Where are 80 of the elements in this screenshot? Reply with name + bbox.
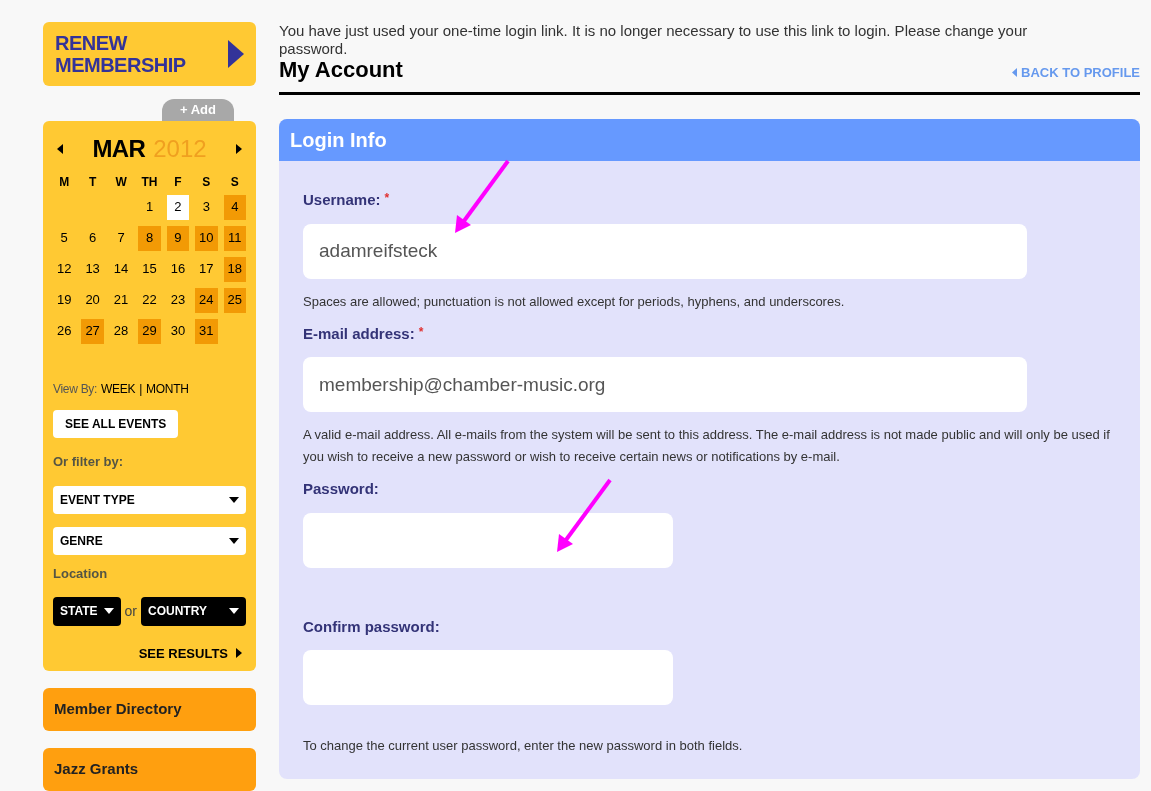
calendar-day[interactable]: 30 — [166, 318, 190, 344]
weekday-label: F — [173, 173, 183, 191]
calendar-day[interactable]: 27 — [81, 318, 104, 344]
field-label: Password: — [303, 479, 379, 500]
calendar-day[interactable]: 22 — [138, 287, 161, 313]
nav-item[interactable]: Jazz Grants — [43, 748, 256, 791]
calendar-day[interactable]: 25 — [223, 287, 246, 313]
country-select[interactable]: COUNTRY — [141, 596, 246, 626]
field-label: Username: — [303, 190, 381, 211]
field-label: E-mail address: — [303, 323, 415, 344]
panel-header: Login Info — [279, 119, 1140, 162]
calendar-day[interactable]: 6 — [81, 225, 104, 251]
or-text: or — [124, 601, 137, 621]
weekday-label: S — [201, 173, 212, 191]
calendar-day[interactable]: 21 — [109, 287, 133, 313]
week-link[interactable]: WEEK — [101, 379, 136, 398]
required-mark: * — [418, 323, 424, 341]
calendar-day[interactable]: 11 — [223, 225, 246, 251]
weekday-label: T — [87, 173, 98, 191]
calendar-day[interactable]: 13 — [81, 256, 104, 282]
month-link[interactable]: MONTH — [146, 379, 189, 398]
calendar-day[interactable]: 14 — [109, 256, 133, 282]
calendar-day[interactable]: 4 — [223, 194, 246, 220]
calendar-month: MAR — [92, 133, 146, 164]
calendar-day[interactable]: 10 — [195, 225, 218, 251]
separator: | — [139, 380, 143, 398]
caret-icon — [103, 608, 114, 614]
input-field[interactable]: adamreifsteck — [303, 223, 1027, 279]
input-field[interactable] — [303, 512, 673, 568]
calendar-day[interactable]: 5 — [53, 225, 76, 251]
calendar-day[interactable]: 9 — [166, 225, 190, 251]
location-label: Location — [53, 565, 109, 583]
view-by-label: View By: — [53, 380, 98, 398]
field-description: To change the current user password, enter the new password in both fields. — [303, 737, 744, 756]
genre-select[interactable]: GENRE — [53, 527, 246, 555]
required-mark: * — [384, 190, 390, 208]
see-results-link[interactable]: SEE RESULTS — [138, 643, 242, 663]
state-select[interactable]: STATE — [53, 596, 121, 626]
page-title: My Account — [279, 58, 403, 82]
calendar-day[interactable]: 15 — [138, 256, 161, 282]
field-description: A valid e-mail address. All e-mails from the system will be sent to this address. The e-mail address is not made public and will only be used if you wish to receive a new password or wish to receive certain news or notifications by e-mail. — [303, 426, 1111, 467]
input-field[interactable]: membership@chamber-music.org — [303, 357, 1027, 413]
weekday-label: M — [58, 173, 71, 191]
calendar-day[interactable]: 26 — [53, 318, 76, 344]
field-description: Spaces are allowed; punctuation is not allowed except for periods, hyphens, and underscores. — [303, 292, 846, 311]
calendar-day[interactable]: 2 — [166, 194, 190, 220]
input-field[interactable] — [303, 650, 673, 706]
calendar-day[interactable]: 3 — [195, 194, 218, 220]
calendar-day[interactable]: 7 — [109, 225, 133, 251]
calendar-day[interactable]: 1 — [138, 194, 161, 220]
triangle-right-icon — [228, 39, 244, 68]
field-label: Confirm password: — [303, 616, 440, 637]
calendar-day[interactable]: 17 — [195, 256, 218, 282]
next-month-icon[interactable] — [236, 143, 242, 154]
calendar-day[interactable]: 8 — [138, 225, 161, 251]
renew-membership-button[interactable]: RENEW MEMBERSHIP — [43, 22, 256, 86]
previous-month-icon[interactable] — [57, 143, 63, 154]
see-all-events-button[interactable]: SEE ALL EVENTS — [53, 409, 179, 438]
weekday-label: W — [114, 173, 128, 191]
calendar-day[interactable]: 19 — [53, 287, 76, 313]
weekday-label: TH — [140, 173, 159, 191]
caret-icon — [229, 497, 239, 503]
calendar-day[interactable]: 29 — [138, 318, 161, 344]
calendar-day[interactable]: 16 — [166, 256, 190, 282]
calendar-day[interactable]: 23 — [166, 287, 190, 313]
notice-text: You have just used your one-time login link. It is no longer necessary to use this link to login. Please change your password. — [279, 22, 1029, 58]
caret-icon — [229, 608, 239, 614]
triangle-left-icon — [1012, 68, 1018, 77]
calendar-day[interactable]: 20 — [81, 287, 104, 313]
event-type-select[interactable]: EVENT TYPE — [53, 486, 246, 514]
calendar-day[interactable]: 31 — [195, 318, 218, 344]
nav-item[interactable]: Member Directory — [43, 688, 256, 731]
calendar-day[interactable]: 28 — [109, 318, 133, 344]
caret-icon — [229, 538, 239, 544]
weekday-label: S — [229, 173, 240, 191]
filter-label: Or filter by: — [53, 452, 125, 471]
calendar-day[interactable]: 24 — [195, 287, 218, 313]
calendar-day[interactable]: 12 — [53, 256, 76, 282]
triangle-right-icon — [236, 648, 242, 659]
calendar-day[interactable]: 18 — [223, 256, 246, 282]
